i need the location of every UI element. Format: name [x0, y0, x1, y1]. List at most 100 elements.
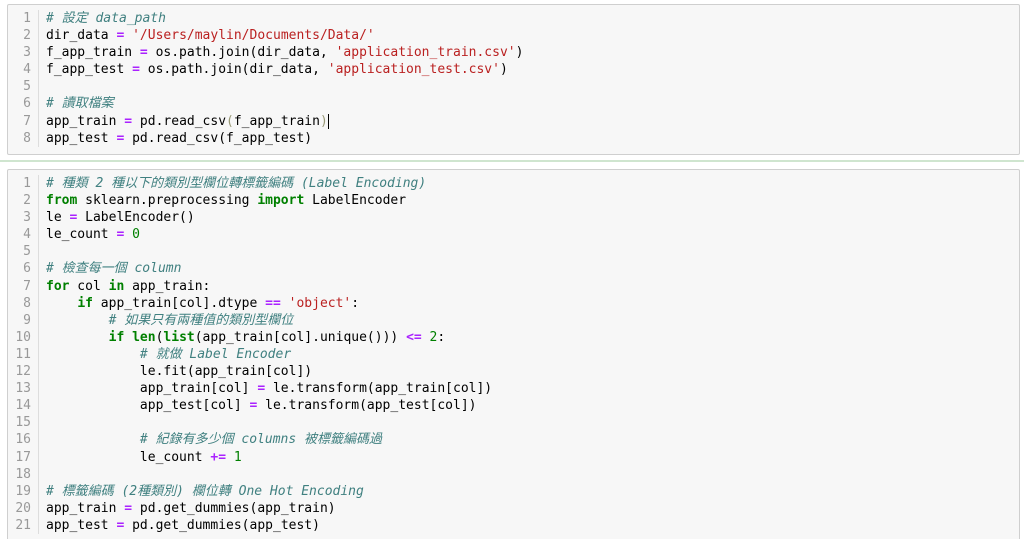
code-line[interactable]: 21 app_test = pd.get_dummies(app_test) — [8, 516, 1019, 534]
code-line[interactable]: 3 f_app_train = os.path.join(dir_data, 'a… — [8, 44, 1019, 62]
code-token: LabelEncoder — [304, 193, 407, 209]
code-token: f_app_test — [46, 62, 133, 78]
line-number: 5 — [8, 78, 39, 96]
code-line[interactable]: 18 — [8, 465, 1019, 483]
code-line[interactable]: 8 if app_train[col].dtype == 'object': — [8, 294, 1019, 312]
code-token: 'application_test.csv' — [327, 62, 500, 78]
code-token: = — [257, 381, 266, 397]
code-line[interactable]: 12 le.fit(app_train[col]) — [8, 363, 1019, 381]
code-token: le_count — [46, 449, 211, 465]
line-number: 18 — [8, 465, 39, 483]
code-token: app_test[col] — [46, 398, 250, 414]
code-token: in — [108, 278, 125, 294]
code-token: 'object' — [288, 295, 352, 311]
code-line[interactable]: 19 # 標籤編碼 (2種類別) 欄位轉 One Hot Encoding — [8, 482, 1019, 500]
code-text: le = LabelEncoder() — [46, 209, 1019, 226]
code-line[interactable]: 2 from sklearn.preprocessing import Label… — [8, 192, 1019, 210]
code-token: = — [139, 45, 148, 61]
code-line[interactable]: 7 for col in app_train: — [8, 277, 1019, 295]
code-text: app_train[col] = le.transform(app_train[… — [46, 380, 1019, 397]
code-token: app_train — [46, 500, 125, 516]
code-text: from sklearn.preprocessing import LabelE… — [46, 192, 1019, 209]
code-line[interactable]: 9 # 如果只有兩種值的類別型欄位 — [8, 311, 1019, 329]
code-token: # 種類 2 種以下的類別型欄位轉標籤編碼 (Label Encoding) — [46, 176, 427, 191]
code-token: ( — [226, 113, 234, 129]
line-number: 19 — [8, 482, 39, 500]
code-token: += — [210, 449, 227, 465]
code-line[interactable]: 15 — [8, 414, 1019, 432]
code-line[interactable]: 6 # 檢查每一個 column — [8, 260, 1019, 278]
code-line[interactable]: 3 le = LabelEncoder() — [8, 209, 1019, 227]
line-number: 10 — [8, 328, 39, 346]
code-token: # 檢查每一個 column — [46, 261, 182, 277]
code-token: import — [257, 193, 305, 209]
code-token: dir_data — [46, 28, 117, 44]
code-token: len — [132, 329, 156, 345]
code-line[interactable]: 14 app_test[col] = le.transform(app_test… — [8, 397, 1019, 415]
code-token: os.path.join(dir_data, — [139, 62, 328, 78]
code-token: : — [351, 295, 360, 311]
code-line[interactable]: 5 — [8, 243, 1019, 261]
code-token: ) — [499, 62, 508, 78]
code-text: # 讀取檔案 — [46, 95, 1019, 112]
code-text: dir_data = '/Users/maylin/Documents/Data… — [46, 27, 1019, 44]
code-text: app_test[col] = le.transform(app_test[co… — [46, 397, 1019, 414]
line-number: 7 — [8, 112, 39, 130]
line-number: 1 — [8, 10, 39, 28]
code-token: le — [46, 210, 70, 226]
code-cell-2[interactable]: 1 # 種類 2 種以下的類別型欄位轉標籤編碼 (Label Encoding) 2… — [7, 169, 1020, 539]
code-line[interactable]: 11 # 就做 Label Encoder — [8, 345, 1019, 364]
line-number: 16 — [8, 431, 39, 449]
code-line[interactable]: 1 # 設定 data_path — [8, 10, 1019, 28]
line-number: 6 — [8, 95, 39, 113]
code-text: f_app_train = os.path.join(dir_data, 'ap… — [46, 44, 1019, 61]
code-token: = — [124, 500, 133, 516]
line-number: 3 — [8, 209, 39, 227]
code-token: f_app_train — [233, 113, 320, 129]
line-number: 2 — [8, 192, 39, 210]
code-line[interactable]: 4 le_count = 0 — [8, 226, 1019, 244]
code-token: ) — [515, 45, 524, 61]
code-token: 'application_train.csv' — [335, 45, 516, 61]
code-line[interactable]: 20 app_train = pd.get_dummies(app_train) — [8, 499, 1019, 517]
code-line[interactable]: 1 # 種類 2 種以下的類別型欄位轉標籤編碼 (Label Encoding) — [8, 175, 1019, 193]
code-token: <= — [406, 329, 422, 345]
code-token: le.transform(app_test[col]) — [257, 398, 477, 414]
code-token: # 如果只有兩種值的類別型欄位 — [108, 312, 294, 328]
line-number: 3 — [8, 44, 39, 62]
code-token: app_train — [46, 113, 125, 129]
line-number: 7 — [8, 277, 39, 295]
code-cell-1[interactable]: 1 # 設定 data_path 2 dir_data = '/Users/mayli… — [7, 4, 1020, 155]
code-token: from — [46, 193, 78, 209]
code-token: pd.get_dummies(app_train) — [132, 500, 336, 516]
line-number: 6 — [8, 260, 39, 278]
code-line[interactable]: 16 # 紀錄有多少個 columns 被標籤編碼過 — [8, 431, 1019, 449]
code-line[interactable]: 7 app_train = pd.read_csv(f_app_train) — [8, 112, 1019, 130]
code-text: # 如果只有兩種值的類別型欄位 — [46, 312, 1019, 329]
code-text: app_test = pd.read_csv(f_app_test) — [46, 130, 1019, 147]
line-number: 15 — [8, 414, 39, 432]
code-line[interactable]: 17 le_count += 1 — [8, 448, 1019, 466]
code-line[interactable]: 2 dir_data = '/Users/maylin/Documents/Dat… — [8, 27, 1019, 45]
code-token: if — [77, 295, 93, 311]
code-line[interactable]: 8 app_test = pd.read_csv(f_app_test) — [8, 129, 1019, 147]
code-token: '/Users/maylin/Documents/Data/' — [132, 28, 375, 44]
code-line[interactable]: 4 f_app_test = os.path.join(dir_data, 'ap… — [8, 61, 1019, 79]
code-token: # 設定 data_path — [46, 11, 166, 26]
code-token: app_test — [46, 517, 117, 533]
code-text: le.fit(app_train[col]) — [46, 363, 1019, 380]
code-line[interactable]: 13 app_train[col] = le.transform(app_tra… — [8, 380, 1019, 398]
line-number: 21 — [8, 516, 39, 534]
code-text: # 檢查每一個 column — [46, 260, 1019, 277]
code-line[interactable]: 10 if len(list(app_train[col].unique()))… — [8, 328, 1019, 346]
code-line[interactable]: 5 — [8, 78, 1019, 96]
code-line[interactable]: 6 # 讀取檔案 — [8, 95, 1019, 113]
line-number: 4 — [8, 61, 39, 79]
